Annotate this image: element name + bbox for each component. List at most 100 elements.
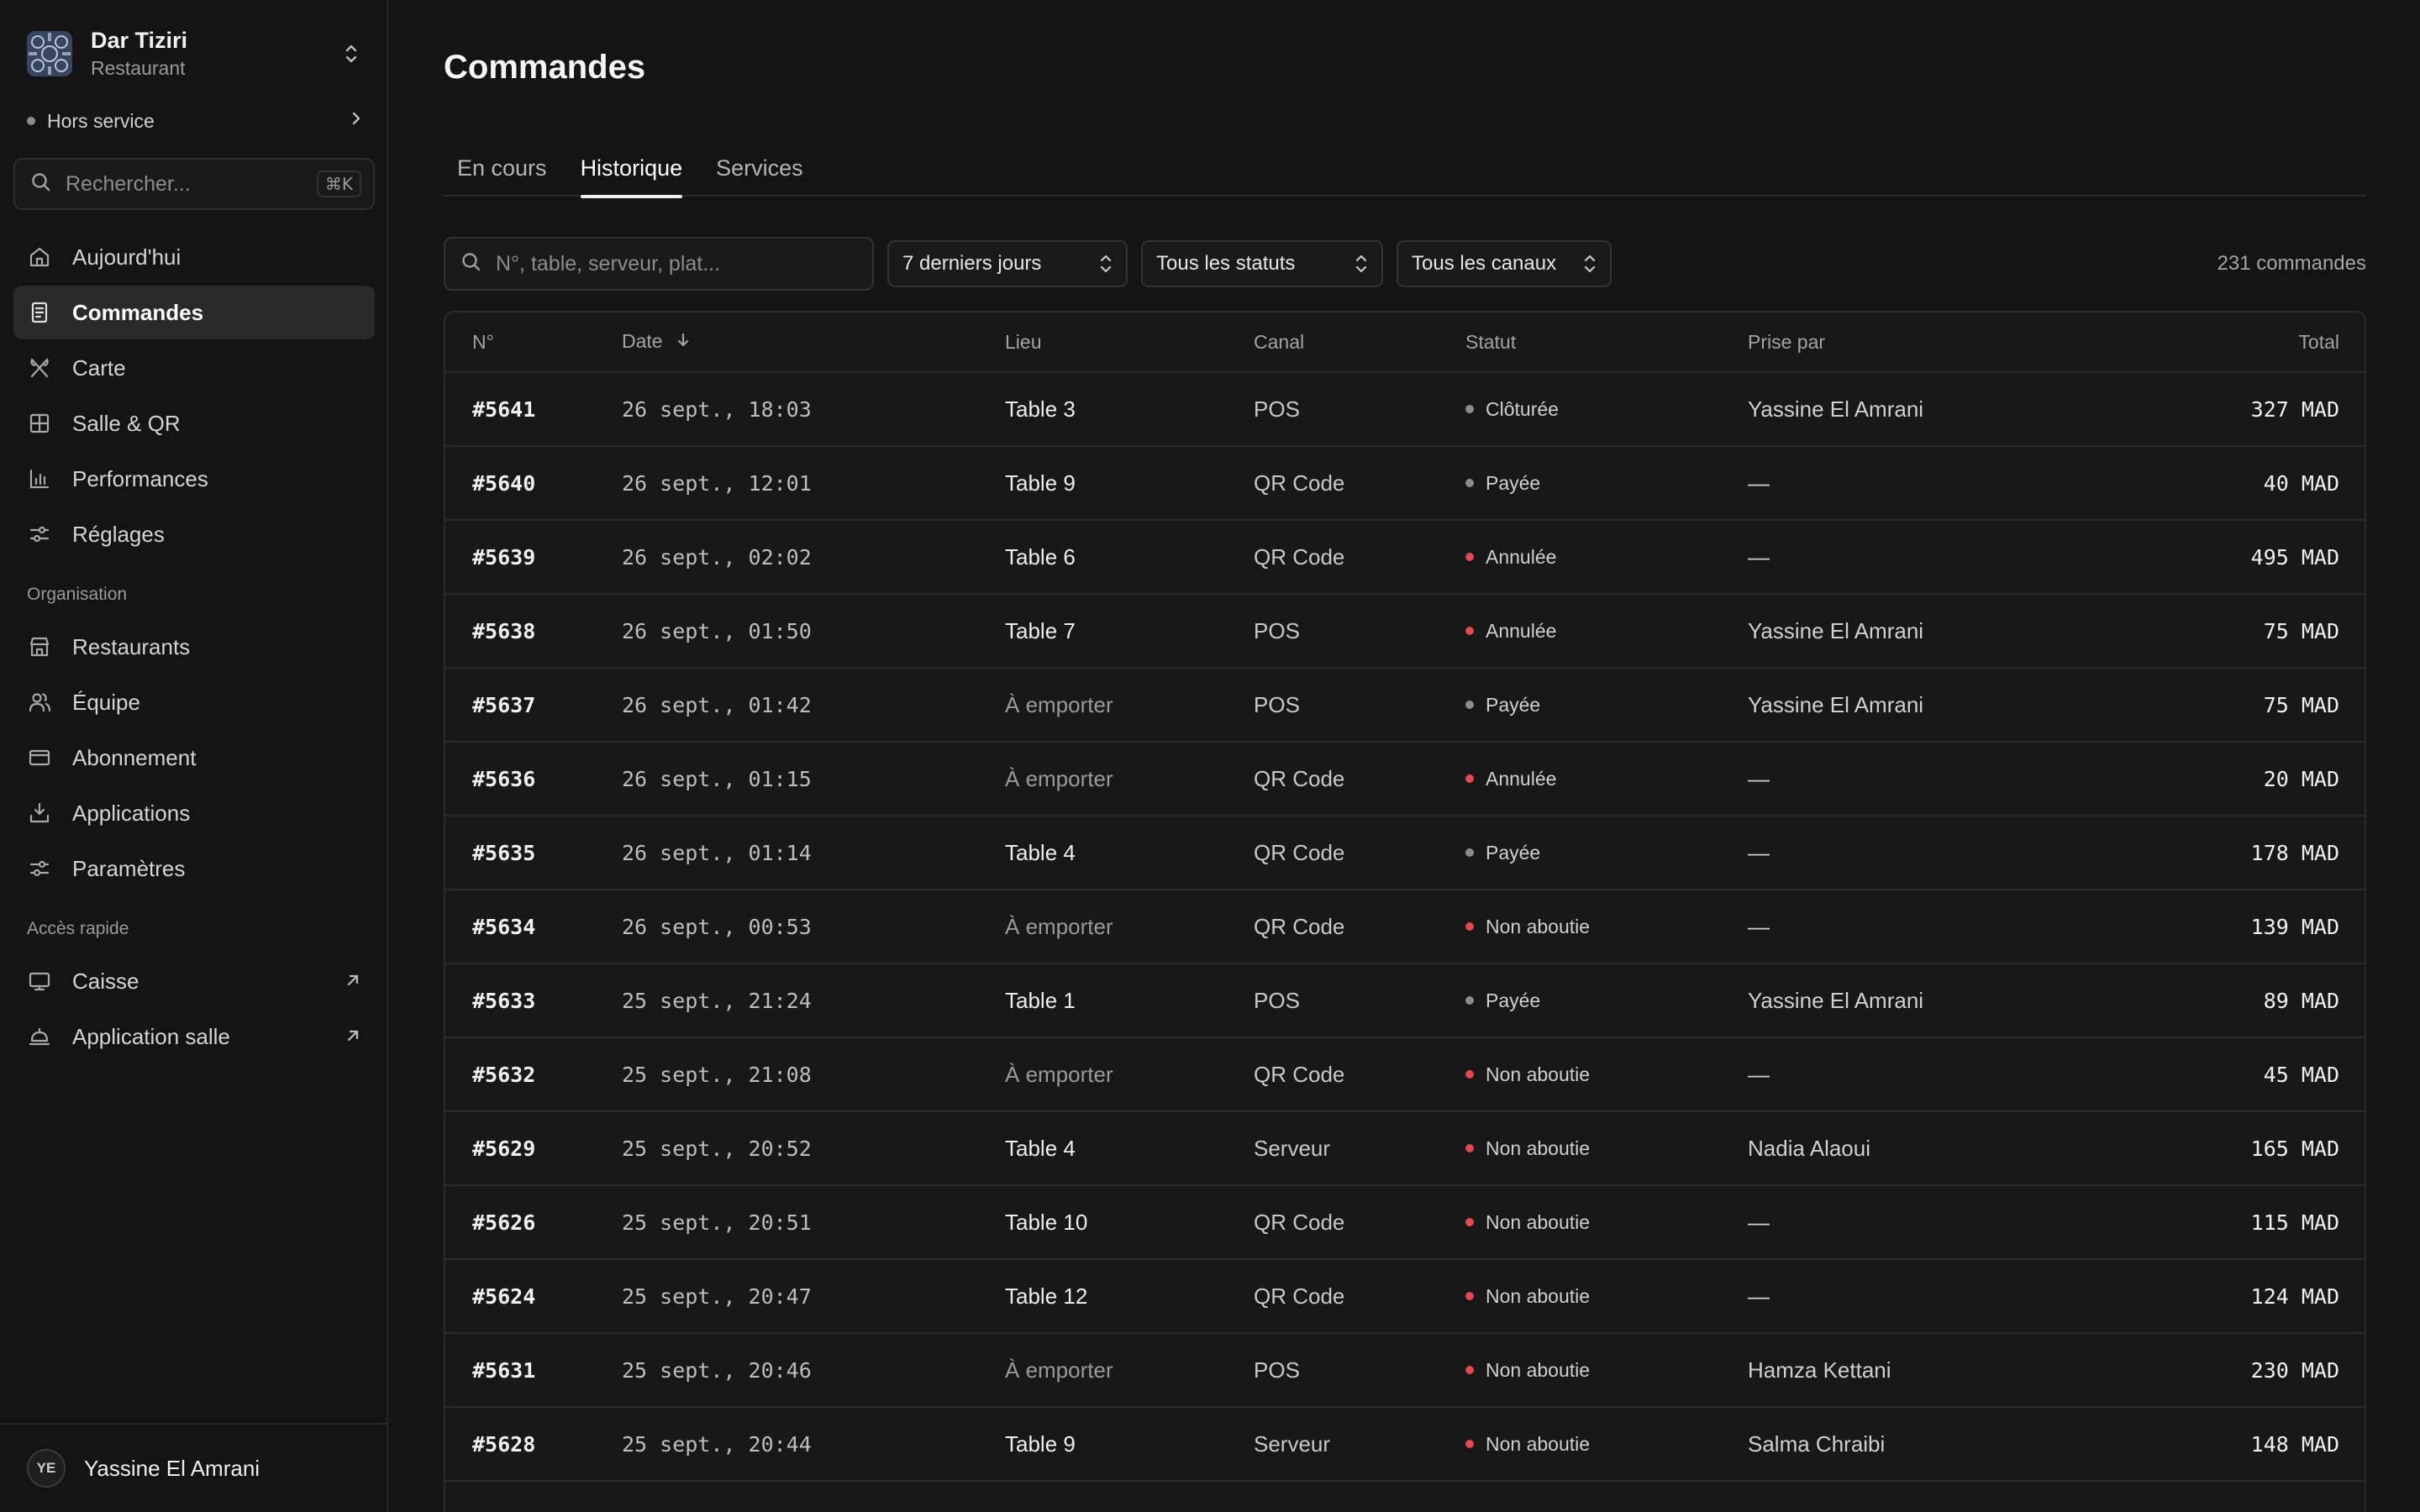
order-location: Table 3 <box>1005 396 1076 422</box>
order-channel: QR Code <box>1254 543 1345 570</box>
nav-item-reglages[interactable]: Réglages <box>13 507 375 561</box>
org-type: Restaurant <box>91 57 186 79</box>
nav-item-caisse[interactable]: Caisse <box>13 954 375 1008</box>
search-shortcut: ⌘K <box>316 171 361 197</box>
col-header-total[interactable]: Total <box>2134 331 2365 354</box>
nav-label: Salle & QR <box>72 410 181 436</box>
sidebar: Dar Tiziri Restaurant Hors service Reche… <box>0 0 388 1512</box>
order-location: À emporter <box>1005 691 1113 717</box>
table-row[interactable]: #5631 25 sept., 20:46 À emporter POS Non abo… <box>445 1334 2365 1408</box>
settings-sliders-icon <box>27 856 52 881</box>
table-row[interactable]: #5624 25 sept., 20:47 Table 12 QR Code Non a… <box>445 1260 2365 1334</box>
status-label: Payée <box>1486 989 1541 1011</box>
status-dot <box>1465 1292 1474 1300</box>
table-row[interactable]: #5640 26 sept., 12:01 Table 9 QR Code Payée —… <box>445 447 2365 521</box>
nav-item-salle-qr[interactable]: Salle & QR <box>13 396 375 450</box>
table-row[interactable]: #5626 25 sept., 20:51 Table 10 QR Code Non a… <box>445 1186 2365 1260</box>
order-total: 75 MAD <box>2263 618 2339 643</box>
table-row[interactable]: #5638 26 sept., 01:50 Table 7 POS Annulée Yas… <box>445 595 2365 669</box>
nav-item-parametres[interactable]: Paramètres <box>13 842 375 895</box>
order-date: 25 sept., 20:51 <box>622 1210 812 1235</box>
user-profile[interactable]: YE Yassine El Amrani <box>0 1423 388 1512</box>
order-status: Non aboutie <box>1465 1137 1748 1160</box>
order-location: Table 4 <box>1005 1135 1076 1161</box>
order-status: Non aboutie <box>1465 916 1748 938</box>
order-location: À emporter <box>1005 913 1113 939</box>
tab-services[interactable]: Services <box>702 139 817 197</box>
tab-historique[interactable]: Historique <box>567 139 697 198</box>
order-number: #5631 <box>472 1357 536 1383</box>
order-taken-by: Nadia Alaoui <box>1748 1135 1870 1161</box>
channel-select[interactable]: Tous les canaux <box>1397 240 1612 287</box>
order-date: 26 sept., 01:42 <box>622 692 812 717</box>
status-label: Non aboutie <box>1486 1432 1591 1455</box>
order-total: 230 MAD <box>2250 1357 2339 1383</box>
nav-item-aujourdhui[interactable]: Aujourd'hui <box>13 230 375 284</box>
nav-label: Réglages <box>72 521 165 547</box>
avatar: YE <box>27 1449 66 1488</box>
order-location: À emporter <box>1005 765 1113 791</box>
order-status: Payée <box>1465 842 1748 864</box>
table-row[interactable]: #5633 25 sept., 21:24 Table 1 POS Payée Yassi… <box>445 964 2365 1038</box>
col-header-num[interactable]: N° <box>445 331 622 354</box>
nav-item-applications[interactable]: Applications <box>13 786 375 840</box>
order-status: Non aboutie <box>1465 1285 1748 1308</box>
table-row[interactable]: #5634 26 sept., 00:53 À emporter QR Code Non… <box>445 890 2365 964</box>
store-icon <box>27 634 52 659</box>
nav-label: Caisse <box>72 968 139 994</box>
table-row[interactable]: #5637 26 sept., 01:42 À emporter POS Payée Ya… <box>445 669 2365 743</box>
order-total: 45 MAD <box>2263 1062 2339 1087</box>
tab-en-cours[interactable]: En cours <box>444 139 560 197</box>
status-select[interactable]: Tous les statuts <box>1141 240 1383 287</box>
period-select[interactable]: 7 derniers jours <box>887 240 1128 287</box>
order-channel: QR Code <box>1254 765 1345 791</box>
order-status: Payée <box>1465 472 1748 495</box>
nav-item-restaurants[interactable]: Restaurants <box>13 620 375 674</box>
table-row[interactable]: #5636 26 sept., 01:15 À emporter QR Code Ann… <box>445 743 2365 816</box>
nav-item-carte[interactable]: Carte <box>13 341 375 395</box>
order-date: 26 sept., 01:14 <box>622 840 812 865</box>
nav-label: Équipe <box>72 689 140 715</box>
status-dot <box>1465 1144 1474 1152</box>
nav-item-application-salle[interactable]: Application salle <box>13 1010 375 1063</box>
table-row[interactable]: #5629 25 sept., 20:52 Table 4 Serveur Non ab… <box>445 1112 2365 1186</box>
table-body: #5641 26 sept., 18:03 Table 3 POS Clôturée Ya… <box>445 373 2365 1482</box>
table-row[interactable]: #5628 25 sept., 20:44 Table 9 Serveur Non ab… <box>445 1408 2365 1482</box>
status-label: Payée <box>1486 471 1541 494</box>
table-row[interactable]: #5632 25 sept., 21:08 À emporter QR Code Non… <box>445 1038 2365 1112</box>
nav-item-equipe[interactable]: Équipe <box>13 675 375 729</box>
nav-label: Applications <box>72 800 191 826</box>
orders-count: 231 commandes <box>2217 252 2366 275</box>
status-label: Payée <box>1486 841 1541 864</box>
nav-item-commandes[interactable]: Commandes <box>13 286 375 339</box>
order-total: 40 MAD <box>2263 470 2339 496</box>
user-name: Yassine El Amrani <box>84 1455 260 1481</box>
status-label: Non aboutie <box>1486 1063 1591 1085</box>
nav-label: Commandes <box>72 299 204 325</box>
chevron-right-icon <box>350 109 363 133</box>
status-label: Payée <box>1486 693 1541 716</box>
order-channel: QR Code <box>1254 839 1345 865</box>
table-row[interactable]: #5639 26 sept., 02:02 Table 6 QR Code Annulé… <box>445 521 2365 595</box>
service-status[interactable]: Hors service <box>27 104 363 138</box>
nav-item-performances[interactable]: Performances <box>13 452 375 506</box>
col-header-statut[interactable]: Statut <box>1465 331 1748 354</box>
col-header-prise-par[interactable]: Prise par <box>1748 331 2134 354</box>
order-number: #5634 <box>472 914 536 939</box>
col-header-canal[interactable]: Canal <box>1254 331 1465 354</box>
nav-item-abonnement[interactable]: Abonnement <box>13 731 375 785</box>
org-switcher[interactable]: Dar Tiziri Restaurant <box>27 27 363 81</box>
order-total: 327 MAD <box>2250 396 2339 422</box>
col-header-lieu[interactable]: Lieu <box>1005 331 1254 354</box>
order-number: #5633 <box>472 988 536 1013</box>
order-date: 25 sept., 20:44 <box>622 1431 812 1457</box>
sidebar-search[interactable]: Rechercher... ⌘K <box>13 158 375 210</box>
order-total: 165 MAD <box>2250 1136 2339 1161</box>
col-header-date[interactable]: Date <box>622 330 1005 354</box>
table-row[interactable]: #5635 26 sept., 01:14 Table 4 QR Code Payée —… <box>445 816 2365 890</box>
sidebar-search-placeholder: Rechercher... <box>66 171 191 196</box>
order-location: Table 1 <box>1005 987 1076 1013</box>
orders-search-input[interactable]: N°, table, serveur, plat... <box>444 237 874 291</box>
order-number: #5636 <box>472 766 536 791</box>
table-row[interactable]: #5641 26 sept., 18:03 Table 3 POS Clôturée Ya… <box>445 373 2365 447</box>
